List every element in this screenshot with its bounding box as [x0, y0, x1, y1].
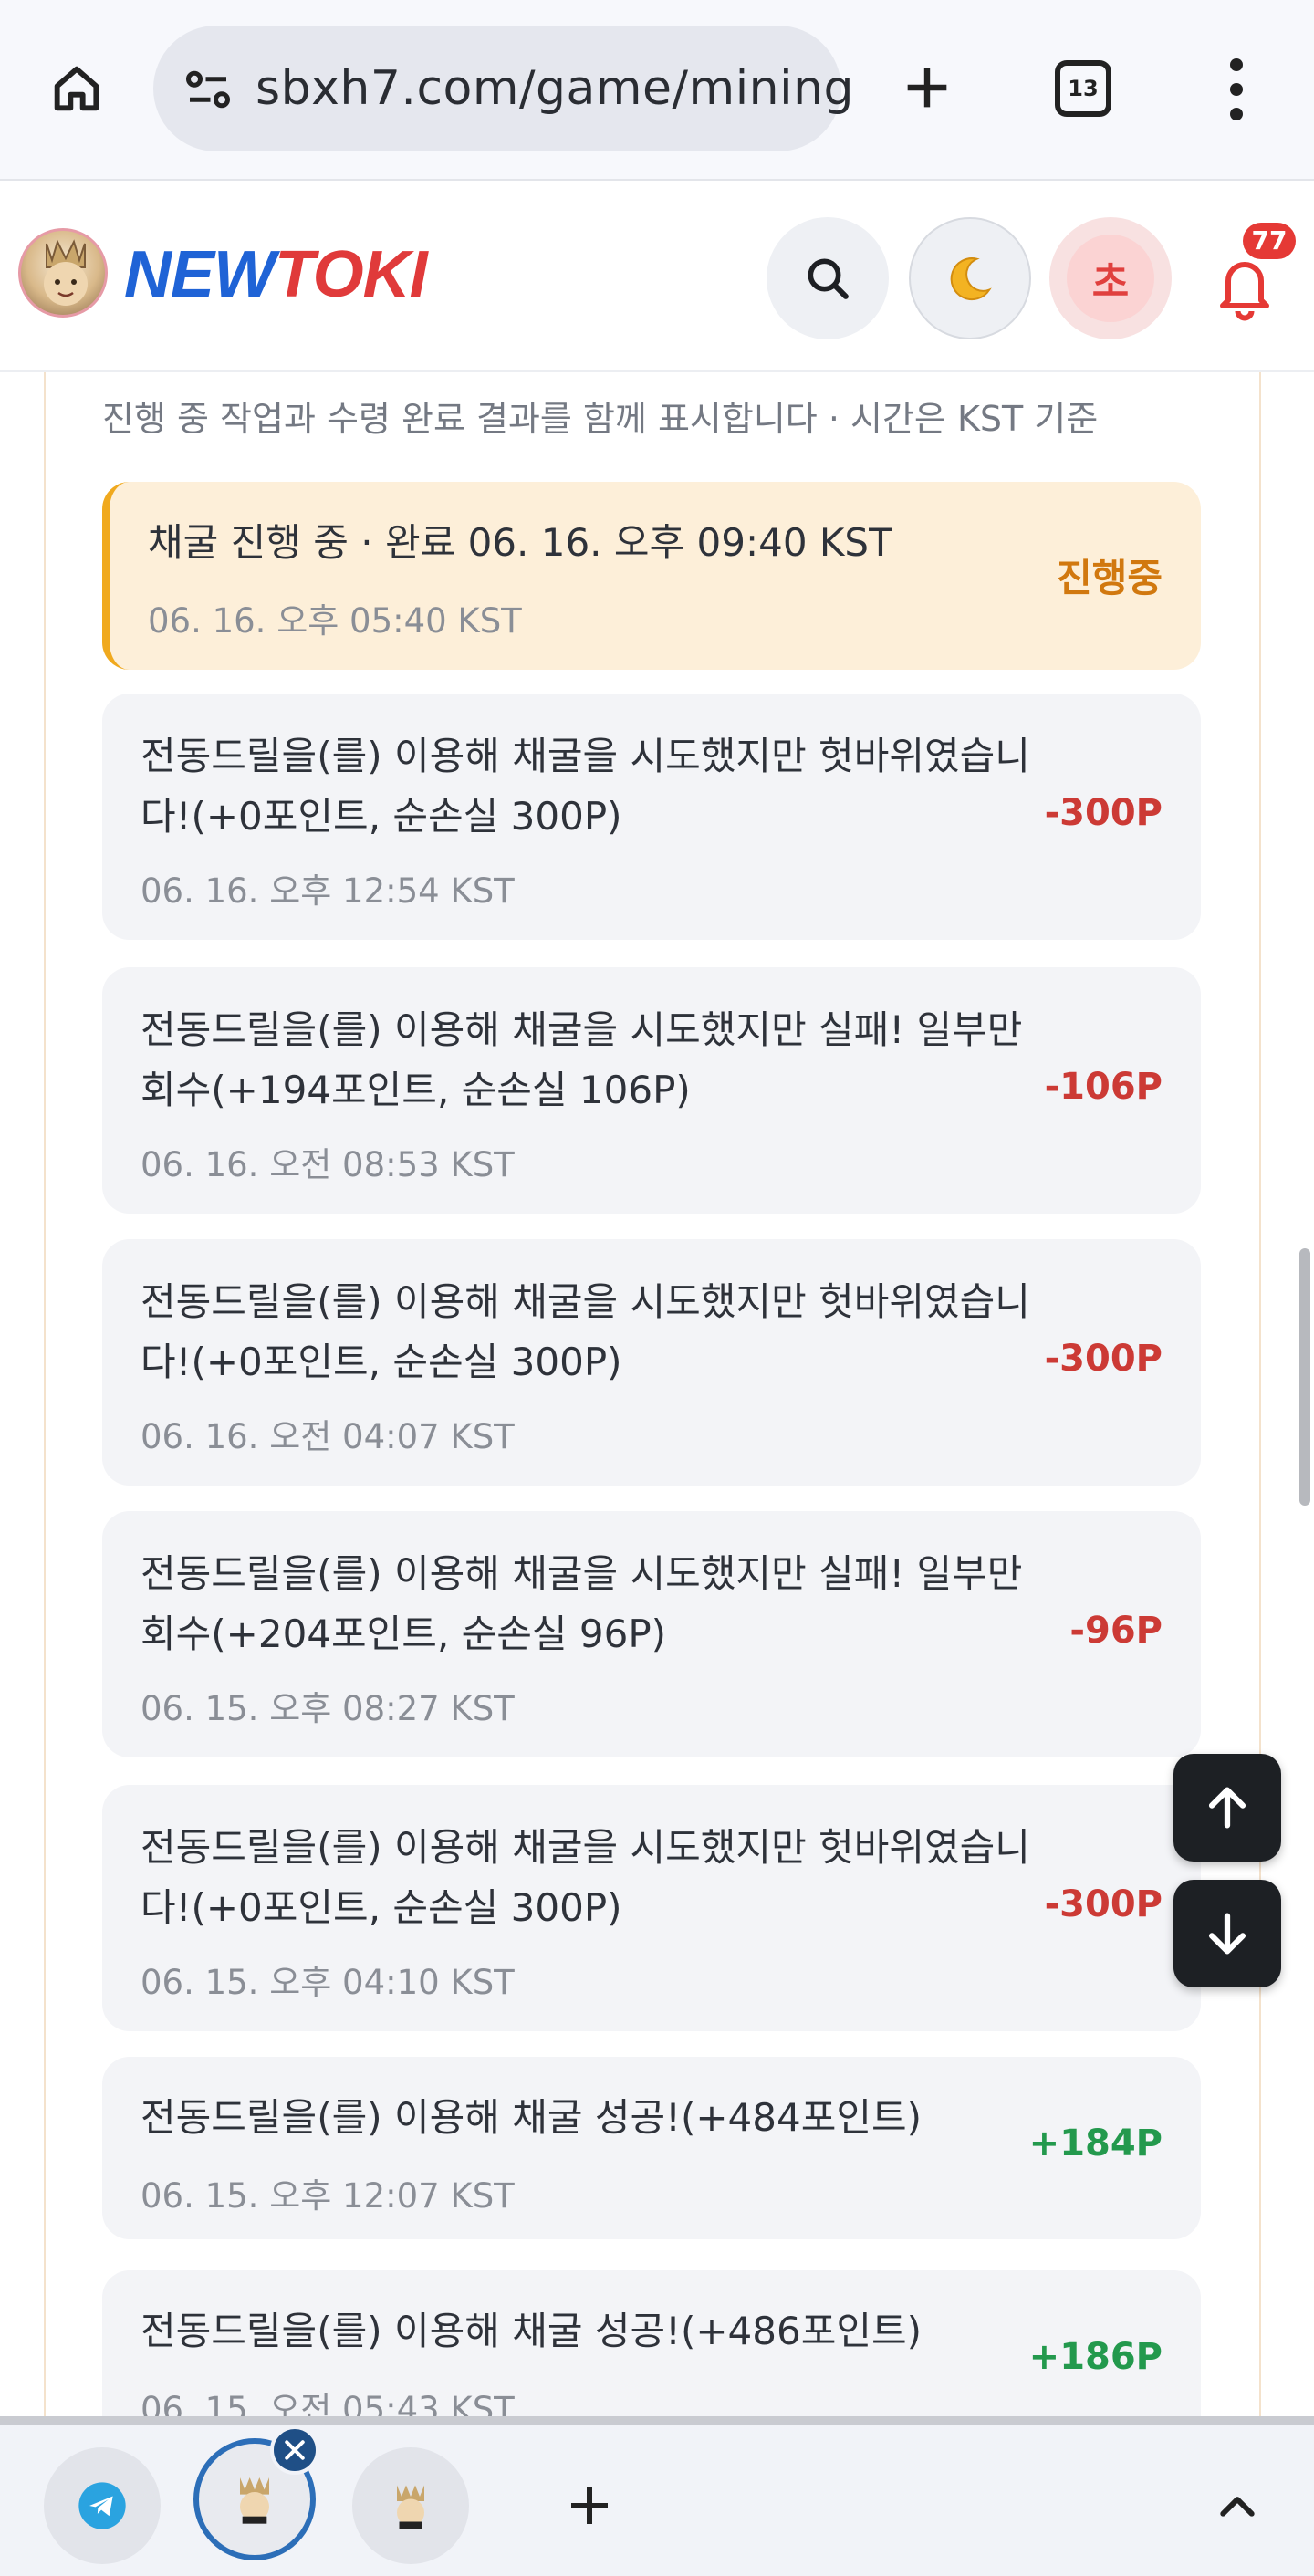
history-item-time: 06. 16. 오전 04:07 KST	[141, 1417, 515, 1456]
in-progress-text: 채굴 진행 중 · 완료 06. 16. 오후 09:40 KST	[148, 520, 892, 565]
history-list-item[interactable]: 전동드릴을(를) 이용해 채굴을 시도했지만 실패! 일부만 회수(+204포인…	[102, 1511, 1201, 1757]
history-item-amount: -106P	[1044, 1066, 1163, 1108]
add-tab-plus-icon[interactable]	[553, 2469, 626, 2542]
in-progress-status: 진행중	[1057, 556, 1163, 600]
search-button[interactable]	[766, 217, 889, 339]
tab-telegram[interactable]	[44, 2447, 161, 2564]
logo-toki-text: TOKI	[274, 238, 428, 311]
history-list-item[interactable]: 전동드릴을(를) 이용해 채굴을 시도했지만 헛바위였습니다!(+0포인트, 순…	[102, 1239, 1201, 1486]
logo-mascot-image[interactable]	[18, 228, 108, 318]
address-bar[interactable]: sbxh7.com/game/mining	[153, 26, 854, 151]
browser-toolbar: sbxh7.com/game/mining 13	[0, 0, 1314, 181]
site-header: NEWTOKI 초 77	[0, 181, 1314, 372]
site-settings-icon[interactable]	[181, 62, 235, 117]
history-list-item[interactable]: 전동드릴을(를) 이용해 채굴 성공!(+484포인트) 06. 15. 오후 …	[102, 2057, 1201, 2239]
history-item-time: 06. 15. 오전 05:43 KST	[141, 2390, 515, 2416]
history-item-time: 06. 16. 오전 08:53 KST	[141, 1145, 515, 1184]
history-list-item[interactable]: 전동드릴을(를) 이용해 채굴을 시도했지만 실패! 일부만 회수(+194포인…	[102, 967, 1201, 1214]
history-item-amount: +186P	[1028, 2336, 1163, 2378]
history-item-text: 전동드릴을(를) 이용해 채굴을 시도했지만 헛바위였습니다!(+0포인트, 순…	[141, 1279, 1030, 1384]
mascot-favicon-icon	[397, 2485, 424, 2529]
more-vert-icon[interactable]	[1204, 46, 1268, 133]
user-avatar-button[interactable]: 초	[1049, 217, 1172, 339]
page-scrollbar[interactable]	[1299, 1248, 1310, 1506]
arrow-down-icon	[1208, 1913, 1246, 1955]
history-list-item[interactable]: 전동드릴을(를) 이용해 채굴을 시도했지만 헛바위였습니다!(+0포인트, 순…	[102, 694, 1201, 940]
history-item-amount: -96P	[1069, 1610, 1163, 1652]
mining-in-progress-item[interactable]: 채굴 진행 중 · 완료 06. 16. 오후 09:40 KST 06. 16…	[102, 482, 1201, 670]
history-list-item[interactable]: 전동드릴을(를) 이용해 채굴 성공!(+486포인트) 06. 15. 오전 …	[102, 2270, 1201, 2416]
mascot-favicon-icon	[240, 2477, 269, 2524]
telegram-icon	[78, 2482, 126, 2529]
history-item-text: 전동드릴을(를) 이용해 채굴 성공!(+486포인트)	[141, 2309, 923, 2353]
logo-new-text: NEW	[124, 238, 276, 311]
history-item-amount: -300P	[1044, 1883, 1163, 1925]
history-item-time: 06. 15. 오후 04:10 KST	[141, 1963, 515, 2002]
new-tab-plus-icon[interactable]	[887, 47, 967, 128]
scroll-to-top-button[interactable]	[1173, 1754, 1281, 1862]
history-item-text: 전동드릴을(를) 이용해 채굴을 시도했지만 헛바위였습니다!(+0포인트, 순…	[141, 734, 1030, 839]
history-list-item[interactable]: 전동드릴을(를) 이용해 채굴을 시도했지만 헛바위였습니다!(+0포인트, 순…	[102, 1785, 1201, 2031]
history-item-time: 06. 16. 오후 12:54 KST	[141, 871, 515, 911]
in-progress-time: 06. 16. 오후 05:40 KST	[148, 601, 522, 641]
history-item-text: 전동드릴을(를) 이용해 채굴을 시도했지만 실패! 일부만 회수(+194포인…	[141, 1007, 1023, 1112]
history-item-text: 전동드릴을(를) 이용해 채굴 성공!(+484포인트)	[141, 2095, 923, 2140]
bell-icon	[1220, 262, 1269, 321]
history-item-text: 전동드릴을(를) 이용해 채굴을 시도했지만 실패! 일부만 회수(+204포인…	[141, 1551, 1023, 1656]
scroll-to-bottom-button[interactable]	[1173, 1880, 1281, 1987]
home-icon[interactable]	[40, 52, 113, 125]
history-subtitle: 진행 중 작업과 수령 완료 결과를 함께 표시합니다 · 시간은 KST 기준	[102, 399, 1099, 439]
history-item-time: 06. 15. 오후 12:07 KST	[141, 2176, 515, 2216]
browser-tab-strip	[0, 2416, 1314, 2576]
tab-third[interactable]	[352, 2447, 469, 2564]
theme-toggle-button[interactable]	[909, 217, 1031, 339]
history-item-text: 전동드릴을(를) 이용해 채굴을 시도했지만 헛바위였습니다!(+0포인트, 순…	[141, 1825, 1030, 1930]
moon-icon	[950, 257, 992, 301]
history-item-time: 06. 15. 오후 08:27 KST	[141, 1689, 515, 1728]
url-text: sbxh7.com/game/mining	[256, 61, 855, 116]
site-logo[interactable]: NEWTOKI	[124, 234, 428, 316]
close-tab-icon[interactable]	[270, 2425, 319, 2475]
tabs-count-button[interactable]: 13	[1055, 60, 1111, 117]
arrow-up-icon	[1208, 1787, 1246, 1829]
search-icon	[808, 258, 849, 299]
chevron-up-icon[interactable]	[1201, 2471, 1274, 2544]
history-item-amount: -300P	[1044, 792, 1163, 834]
notifications-button[interactable]: 77	[1212, 223, 1296, 329]
user-initial: 초	[1067, 235, 1154, 322]
history-item-amount: -300P	[1044, 1338, 1163, 1380]
notification-count-badge: 77	[1243, 223, 1296, 259]
history-item-amount: +184P	[1028, 2122, 1163, 2164]
